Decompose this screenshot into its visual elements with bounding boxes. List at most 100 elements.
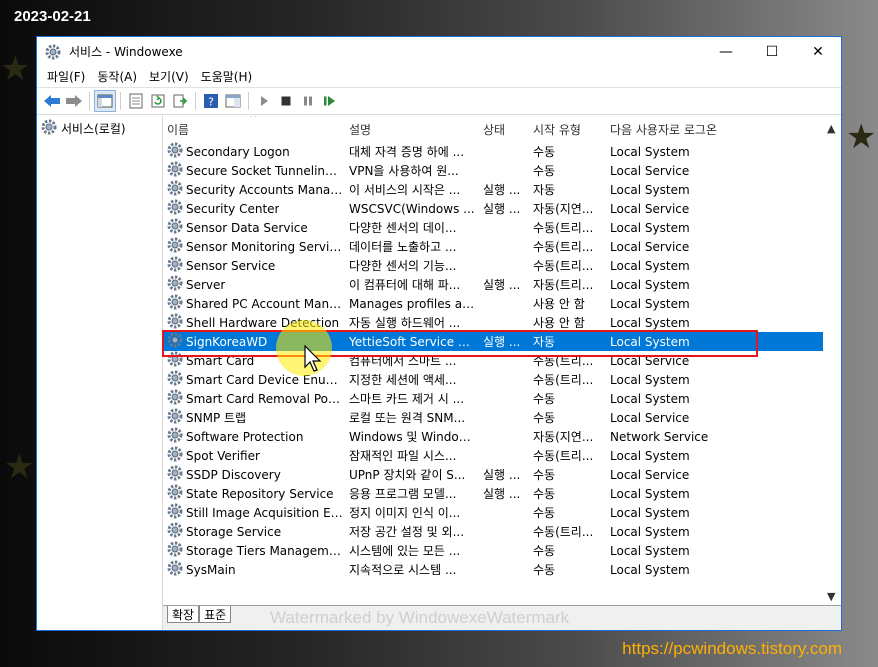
service-name: Sensor Data Service bbox=[186, 220, 308, 235]
table-row[interactable]: Smart Card Device Enumer... 지정한 세션에 액세...… bbox=[163, 370, 823, 389]
cell-startup-type: 자동(지연... bbox=[533, 202, 594, 216]
help-icon[interactable]: ? bbox=[200, 90, 222, 112]
menu-action[interactable]: 동작(A) bbox=[91, 68, 143, 85]
cell-description: 자동 실행 하드웨어 ... bbox=[349, 316, 461, 330]
service-name: Security Center bbox=[186, 201, 280, 216]
table-row[interactable]: Still Image Acquisition Eve... 정지 이미지 인식 … bbox=[163, 503, 823, 522]
service-gear-icon bbox=[167, 161, 183, 180]
cell-description: 시스템에 있는 모든 ... bbox=[349, 544, 461, 558]
column-header-row: ^ 이름 설명 상태 시작 유형 다음 사용자로 로그온 bbox=[163, 116, 823, 142]
table-row[interactable]: Shared PC Account Manager Manages profile… bbox=[163, 294, 823, 313]
table-row[interactable]: Security Accounts Manager 이 서비스의 시작은 ... 실… bbox=[163, 180, 823, 199]
stop-service-icon[interactable] bbox=[275, 90, 297, 112]
export-list-icon[interactable] bbox=[169, 90, 191, 112]
start-service-icon[interactable] bbox=[253, 90, 275, 112]
column-header-startup-type[interactable]: 시작 유형 bbox=[527, 121, 604, 138]
cell-description: 지속적으로 시스템 ... bbox=[349, 563, 457, 577]
table-row[interactable]: Secondary Logon 대체 자격 증명 하에 ... 수동 Local Sy… bbox=[163, 142, 823, 161]
cell-description: 이 컴퓨터에 대해 파... bbox=[349, 278, 461, 292]
cell-startup-type: 수동 bbox=[533, 411, 556, 425]
cell-log-on-as: Local Service bbox=[610, 163, 690, 178]
service-name: Secure Socket Tunneling P... bbox=[186, 163, 343, 178]
restart-service-icon[interactable] bbox=[319, 90, 341, 112]
cell-description: 대체 자격 증명 하에 ... bbox=[349, 145, 465, 159]
table-row[interactable]: Server 이 컴퓨터에 대해 파... 실행 ... 자동(트리... Local … bbox=[163, 275, 823, 294]
table-row[interactable]: Smart Card Removal Policy 스마트 카드 제거 시 ...… bbox=[163, 389, 823, 408]
title-bar[interactable]: 서비스 - Windowexe — ☐ ✕ bbox=[37, 37, 841, 66]
cell-status: 실행 ... bbox=[483, 202, 521, 216]
menu-file[interactable]: 파일(F) bbox=[41, 68, 91, 85]
table-row[interactable]: Sensor Monitoring Service 데이터를 노출하고 ... 수동… bbox=[163, 237, 823, 256]
table-row[interactable]: SSDP Discovery UPnP 장치와 같이 S... 실행 ... 수동 Lo… bbox=[163, 465, 823, 484]
cell-name: Security Center bbox=[163, 199, 343, 218]
maximize-button[interactable]: ☐ bbox=[749, 37, 795, 66]
column-header-log-on-as[interactable]: 다음 사용자로 로그온 bbox=[604, 121, 744, 138]
table-row[interactable]: Sensor Service 다양한 센서의 기능... 수동(트리... Local… bbox=[163, 256, 823, 275]
cell-description: 잠재적인 파일 시스... bbox=[349, 449, 457, 463]
tab-standard[interactable]: 표준 bbox=[199, 606, 232, 623]
cell-log-on-as: Local Service bbox=[610, 201, 690, 216]
scroll-up-icon[interactable]: ▲ bbox=[827, 122, 835, 135]
show-hide-icon[interactable] bbox=[222, 90, 244, 112]
service-name: Sensor Monitoring Service bbox=[186, 239, 343, 254]
service-rows: Secondary Logon 대체 자격 증명 하에 ... 수동 Local Sy… bbox=[163, 142, 823, 579]
cell-startup-type: 수동(트리... bbox=[533, 525, 594, 539]
cell-log-on-as: Local System bbox=[610, 372, 690, 387]
cell-log-on-as: Local System bbox=[610, 315, 690, 330]
cell-log-on-as: Local Service bbox=[610, 410, 690, 425]
highlight-annotation-box bbox=[162, 330, 758, 357]
star-decoration-1: ★ bbox=[0, 49, 31, 89]
column-header-description[interactable]: 설명 bbox=[343, 121, 477, 138]
back-arrow-icon[interactable] bbox=[41, 90, 63, 112]
toolbar-separator bbox=[89, 92, 90, 110]
table-row[interactable]: SysMain 지속적으로 시스템 ... 수동 Local System bbox=[163, 560, 823, 579]
star-decoration-2: ★ bbox=[4, 447, 35, 487]
service-gear-icon bbox=[167, 370, 183, 389]
table-row[interactable]: Storage Service 저장 공간 설정 및 외... 수동(트리... Lo… bbox=[163, 522, 823, 541]
tab-extended[interactable]: 확장 bbox=[167, 606, 200, 623]
toolbar-separator bbox=[195, 92, 196, 110]
service-gear-icon bbox=[167, 237, 183, 256]
scroll-down-icon[interactable]: ▼ bbox=[827, 590, 835, 603]
cell-name: Security Accounts Manager bbox=[163, 180, 343, 199]
mouse-pointer-icon bbox=[304, 344, 324, 376]
table-row[interactable]: Security Center WSCSVC(Windows ... 실행 ... 자… bbox=[163, 199, 823, 218]
cell-startup-type: 자동(지연... bbox=[533, 430, 594, 444]
service-gear-icon bbox=[167, 256, 183, 275]
cell-status: 실행 ... bbox=[483, 468, 521, 482]
properties-icon[interactable] bbox=[125, 90, 147, 112]
service-name: Server bbox=[186, 277, 226, 292]
refresh-icon[interactable] bbox=[147, 90, 169, 112]
cell-name: Spot Verifier bbox=[163, 446, 343, 465]
forward-arrow-icon[interactable] bbox=[63, 90, 85, 112]
services-gear-icon bbox=[41, 119, 57, 138]
tree-item-services-local[interactable]: 서비스(로컬) bbox=[37, 119, 162, 137]
cell-description: WSCSVC(Windows ... bbox=[349, 201, 475, 216]
vertical-scrollbar[interactable]: ▲ ▼ bbox=[823, 116, 841, 605]
table-row[interactable]: Sensor Data Service 다양한 센서의 데이... 수동(트리...… bbox=[163, 218, 823, 237]
pause-service-icon[interactable] bbox=[297, 90, 319, 112]
menu-help[interactable]: 도움말(H) bbox=[195, 68, 259, 85]
console-tree-icon[interactable] bbox=[94, 90, 116, 112]
column-header-status[interactable]: 상태 bbox=[477, 121, 527, 138]
service-name: SSDP Discovery bbox=[186, 467, 281, 482]
table-row[interactable]: Software Protection Windows 및 Window... 자동… bbox=[163, 427, 823, 446]
cell-startup-type: 수동(트리... bbox=[533, 259, 594, 273]
cell-name: SysMain bbox=[163, 560, 343, 579]
service-name: Shared PC Account Manager bbox=[186, 296, 343, 311]
service-name: State Repository Service bbox=[186, 486, 334, 501]
table-row[interactable]: Secure Socket Tunneling P... VPN을 사용하여 원.… bbox=[163, 161, 823, 180]
menu-view[interactable]: 보기(V) bbox=[143, 68, 195, 85]
table-row[interactable]: State Repository Service 응용 프로그램 모델... 실행 … bbox=[163, 484, 823, 503]
cell-description: UPnP 장치와 같이 S... bbox=[349, 468, 466, 482]
service-name: Storage Tiers Management bbox=[186, 543, 343, 558]
close-button[interactable]: ✕ bbox=[795, 37, 841, 66]
toolbar-separator bbox=[248, 92, 249, 110]
cell-log-on-as: Local System bbox=[610, 391, 690, 406]
table-row[interactable]: Spot Verifier 잠재적인 파일 시스... 수동(트리... Local … bbox=[163, 446, 823, 465]
minimize-button[interactable]: — bbox=[703, 37, 749, 66]
window-title: 서비스 - Windowexe bbox=[69, 45, 183, 59]
cell-startup-type: 수동(트리... bbox=[533, 449, 594, 463]
table-row[interactable]: SNMP 트랩 로컬 또는 원격 SNM... 수동 Local Service bbox=[163, 408, 823, 427]
table-row[interactable]: Storage Tiers Management 시스템에 있는 모든 ... 수동… bbox=[163, 541, 823, 560]
